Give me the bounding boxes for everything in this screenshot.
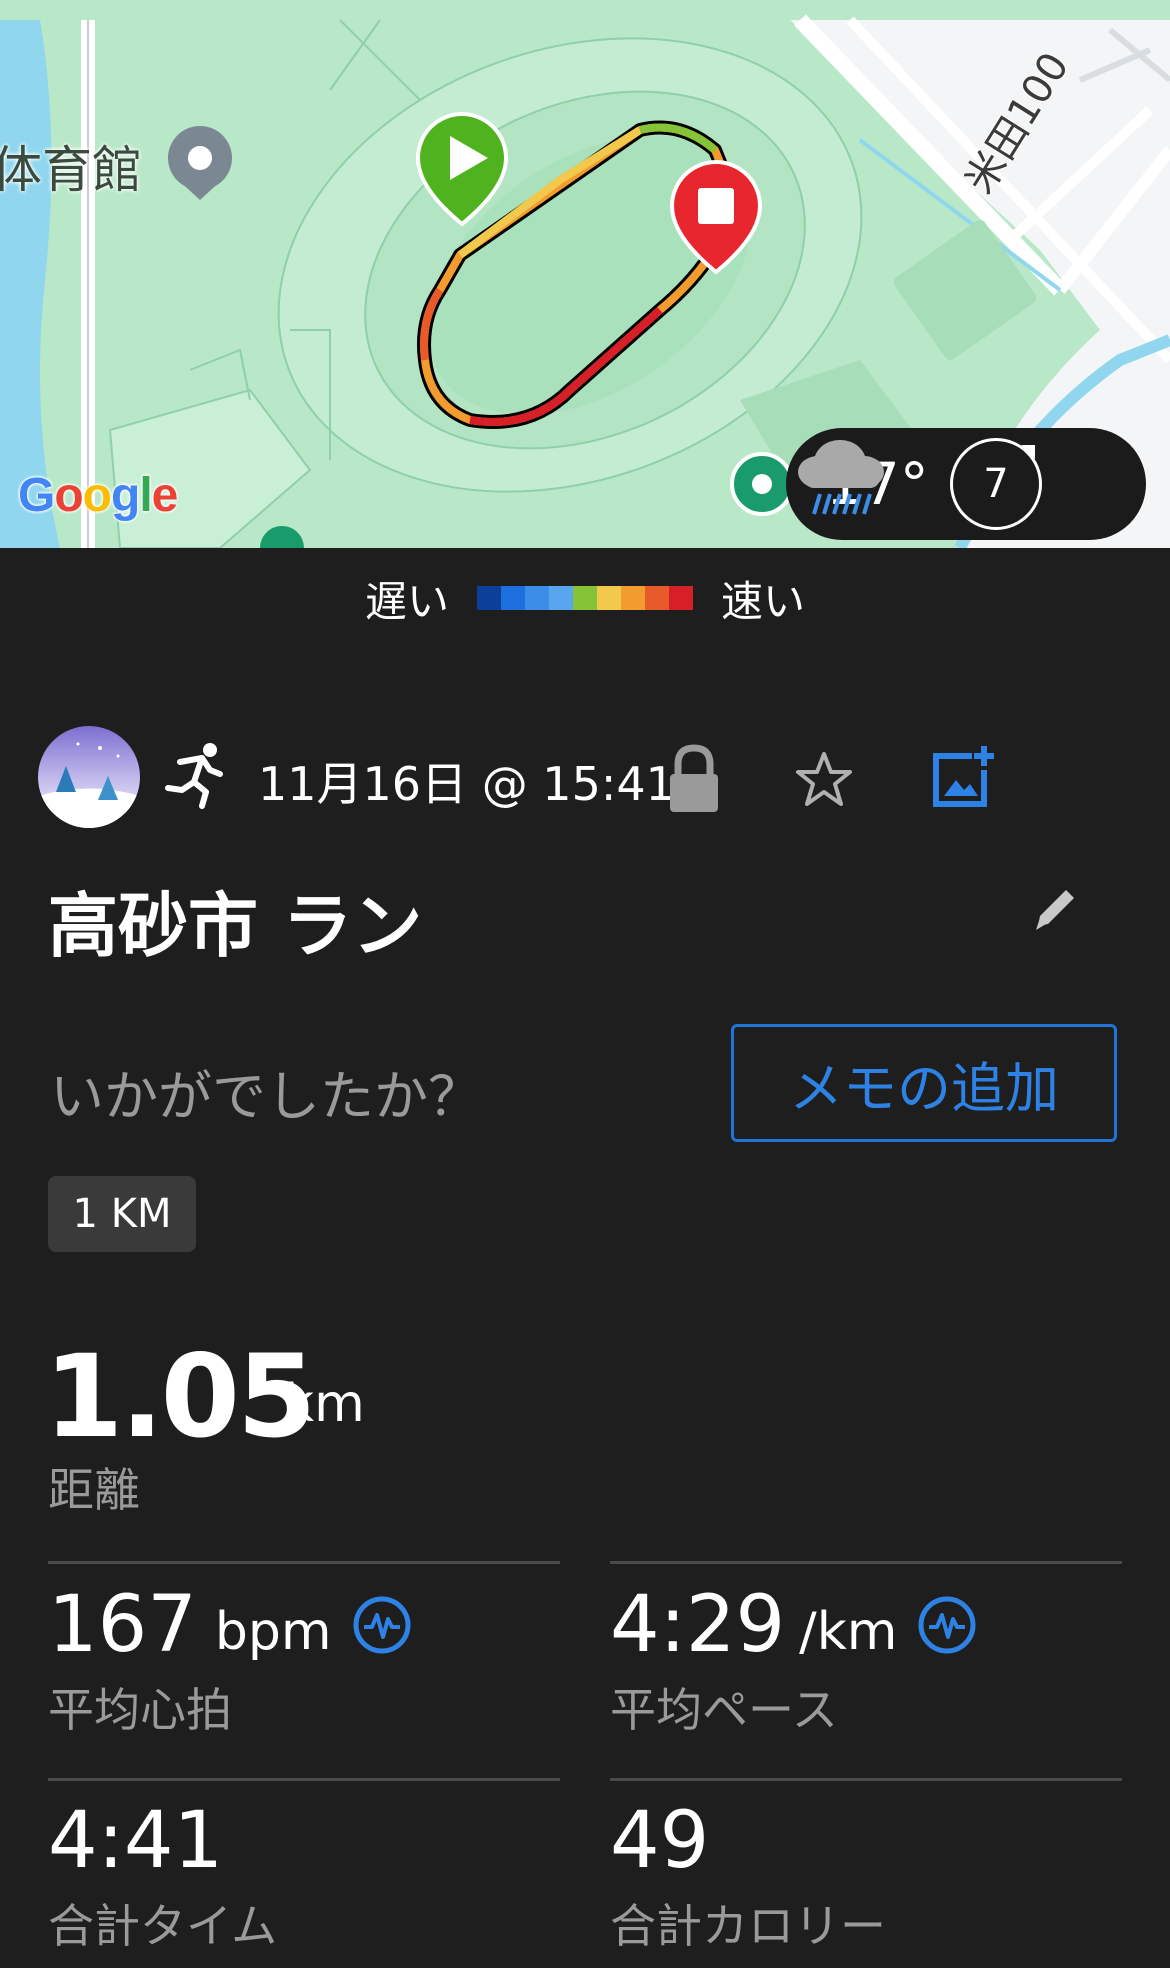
snowy-forest-avatar <box>38 742 140 828</box>
avg-heart-rate-row[interactable]: 167 bpm <box>48 1580 412 1670</box>
avatar[interactable] <box>38 726 140 828</box>
avg-heart-rate-label: 平均心拍 <box>48 1683 232 1737</box>
avg-heart-rate-value: 167 <box>48 1580 197 1670</box>
add-memo-button[interactable]: メモの追加 <box>731 1024 1117 1142</box>
google-logo: Google <box>18 469 178 522</box>
avg-pace-label: 平均ペース <box>610 1683 838 1737</box>
weather-widget[interactable]: 17° 7 <box>786 428 1146 540</box>
calories-label: 合計カロリー <box>610 1899 886 1953</box>
star-icon[interactable] <box>792 748 856 812</box>
legend-color-swatch <box>549 586 573 610</box>
stat-divider <box>610 1778 1122 1781</box>
activity-datetime: 11月16日 @ 15:41 <box>258 757 675 811</box>
total-time-value: 4:41 <box>48 1796 224 1886</box>
wind-direction-icon <box>1021 445 1035 459</box>
legend-fast-label: 速い <box>721 576 806 626</box>
distance-value: 1.05 <box>44 1330 316 1463</box>
legend-color-swatch <box>621 586 645 610</box>
speed-legend: 遅い 速い <box>0 568 1170 628</box>
route-map[interactable]: 体育館 米田100 Google 17° 7 <box>0 0 1170 548</box>
legend-color-bar <box>477 586 693 610</box>
stat-divider <box>610 1561 1122 1564</box>
stat-divider <box>48 1561 560 1564</box>
calories-value: 49 <box>610 1796 710 1886</box>
stat-divider <box>48 1778 560 1781</box>
lock-icon[interactable] <box>664 744 724 814</box>
edit-pencil-icon[interactable] <box>1030 882 1082 934</box>
wind-speed: 7 <box>983 461 1009 507</box>
add-photo-icon[interactable] <box>930 744 996 810</box>
distance-unit: km <box>284 1374 365 1434</box>
wind-indicator: 7 <box>950 438 1042 530</box>
distance-label: 距離 <box>48 1463 140 1517</box>
running-icon <box>165 743 223 809</box>
heart-rate-chart-icon[interactable] <box>352 1595 412 1655</box>
avg-pace-row[interactable]: 4:29 /km <box>610 1580 977 1670</box>
avg-pace-unit: /km <box>799 1602 898 1662</box>
how-was-it-prompt: いかがでしたか？ <box>50 1065 482 1128</box>
distance-tag: 1 KM <box>48 1176 196 1252</box>
legend-color-swatch <box>597 586 621 610</box>
pace-chart-icon[interactable] <box>917 1595 977 1655</box>
activity-title: 高砂市 ラン <box>48 885 423 967</box>
legend-color-swatch <box>669 586 693 610</box>
legend-color-swatch <box>477 586 501 610</box>
legend-color-swatch <box>573 586 597 610</box>
legend-color-swatch <box>525 586 549 610</box>
rain-cloud-icon <box>798 440 884 515</box>
avg-heart-rate-unit: bpm <box>214 1602 332 1662</box>
legend-slow-label: 遅い <box>364 576 449 626</box>
avg-pace-value: 4:29 <box>610 1580 786 1670</box>
legend-color-swatch <box>501 586 525 610</box>
legend-color-swatch <box>645 586 669 610</box>
place-label-gymnasium: 体育館 <box>0 141 142 199</box>
total-time-label: 合計タイム <box>48 1899 278 1953</box>
